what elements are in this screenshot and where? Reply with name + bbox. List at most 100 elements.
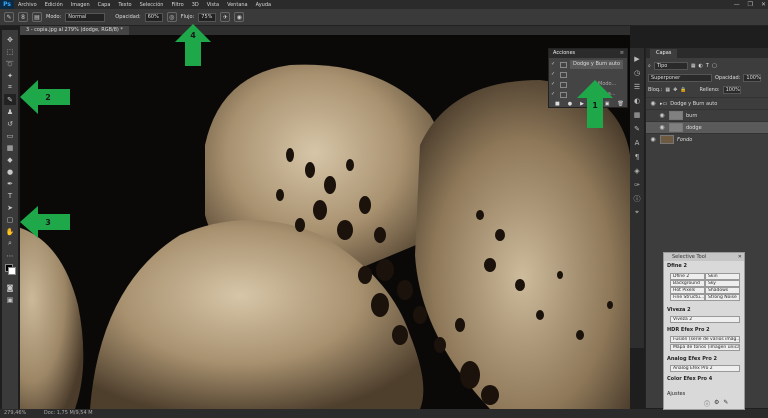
- visibility-eye-icon[interactable]: ◉: [658, 124, 666, 131]
- info-icon[interactable]: ⓘ: [632, 194, 642, 203]
- info-icon[interactable]: ⓘ: [704, 399, 710, 408]
- eraser-tool-icon[interactable]: ▭: [4, 130, 16, 141]
- more-tools-icon[interactable]: ⋯: [4, 250, 16, 261]
- brush-tool-icon[interactable]: ✎: [4, 12, 14, 22]
- paths-icon[interactable]: ✑: [632, 180, 642, 189]
- opacity-field[interactable]: 60%: [144, 12, 163, 22]
- marquee-tool-icon[interactable]: ⬚: [4, 46, 16, 57]
- dodge-tool-icon[interactable]: ●: [4, 166, 16, 177]
- dfine-option[interactable]: Sky: [705, 280, 740, 287]
- flow-field[interactable]: 75%: [198, 12, 217, 22]
- properties-icon[interactable]: ☰: [632, 82, 642, 91]
- hand-tool-icon[interactable]: ✋: [4, 226, 16, 237]
- brushes-icon[interactable]: ✎: [632, 124, 642, 133]
- visibility-eye-icon[interactable]: ◉: [649, 136, 657, 143]
- analog-option[interactable]: Analog Efex Pro 2: [670, 365, 740, 372]
- type-tool-icon[interactable]: T: [4, 190, 16, 201]
- dfine-option[interactable]: Strong Noise: [705, 294, 740, 301]
- quick-select-tool-icon[interactable]: ✦: [4, 70, 16, 81]
- layer-burn[interactable]: ◉ burn: [646, 109, 768, 121]
- stop-icon[interactable]: ■: [555, 100, 560, 109]
- section-viveza[interactable]: Viveza 2: [667, 307, 691, 313]
- lock-pixels-icon[interactable]: ▦: [665, 87, 670, 93]
- navigator-icon[interactable]: ⌖: [632, 208, 642, 217]
- brush-tool-icon[interactable]: ✎: [4, 94, 16, 105]
- record-icon[interactable]: ●: [568, 100, 572, 109]
- menu-ayuda[interactable]: Ayuda: [252, 2, 275, 8]
- menu-capa[interactable]: Capa: [94, 2, 115, 8]
- menu-texto[interactable]: Texto: [114, 2, 135, 8]
- blur-tool-icon[interactable]: ◆: [4, 154, 16, 165]
- section-color-efex[interactable]: Color Efex Pro 4: [667, 376, 712, 382]
- dfine-option[interactable]: Dfine 2: [670, 273, 705, 280]
- filter-adjust-icon[interactable]: ◐: [699, 63, 703, 69]
- menu-vista[interactable]: Vista: [203, 2, 223, 8]
- layer-dodge[interactable]: ◉ dodge: [646, 121, 768, 133]
- gradient-tool-icon[interactable]: ▦: [4, 142, 16, 153]
- dfine-option[interactable]: Background: [670, 280, 705, 287]
- play-actions-icon[interactable]: ▶: [632, 54, 642, 63]
- swatches-icon[interactable]: ▦: [632, 110, 642, 119]
- zoom-tool-icon[interactable]: ⌕: [4, 238, 16, 249]
- action-row-0[interactable]: ✓ Dodge y Burn auto: [549, 60, 627, 69]
- settings-link[interactable]: Ajustes: [667, 391, 685, 397]
- brush-panel-icon[interactable]: ▤: [32, 12, 42, 22]
- pen-tool-icon[interactable]: ✒: [4, 178, 16, 189]
- stamp-tool-icon[interactable]: ♟: [4, 106, 16, 117]
- layer-group[interactable]: ◉ ▸▭ Dodge y Burn auto: [646, 97, 768, 109]
- section-analog-efex[interactable]: Analog Efex Pro 2: [667, 356, 717, 362]
- shape-tool-icon[interactable]: ▢: [4, 214, 16, 225]
- menu-edicion[interactable]: Edición: [41, 2, 67, 8]
- menu-ventana[interactable]: Ventana: [223, 2, 252, 8]
- filter-type-icon[interactable]: T: [706, 63, 709, 69]
- filter-shape-icon[interactable]: ▢: [712, 63, 717, 69]
- section-dfine[interactable]: Dfine 2: [667, 263, 687, 269]
- screen-mode-icon[interactable]: ▣: [4, 294, 16, 305]
- crop-tool-icon[interactable]: ⌗: [4, 82, 16, 93]
- channels-icon[interactable]: ◈: [632, 166, 642, 175]
- menu-3d[interactable]: 3D: [188, 2, 203, 8]
- brush-icon[interactable]: ✎: [723, 399, 728, 408]
- menu-seleccion[interactable]: Selección: [136, 2, 168, 8]
- lock-position-icon[interactable]: ✥: [673, 87, 677, 93]
- background-color-swatch[interactable]: [8, 267, 16, 275]
- close-icon[interactable]: ✕: [738, 253, 742, 261]
- visibility-eye-icon[interactable]: ◉: [658, 112, 666, 119]
- minimize-button[interactable]: —: [734, 0, 740, 9]
- close-button[interactable]: ✕: [761, 0, 766, 9]
- layer-fondo[interactable]: ◉ Fondo: [646, 133, 768, 145]
- menu-archivo[interactable]: Archivo: [14, 2, 41, 8]
- menu-imagen[interactable]: Imagen: [67, 2, 94, 8]
- document-tab[interactable]: 3 - copia.jpg al 279% (dodge, RGB/8) *: [20, 26, 129, 35]
- visibility-eye-icon[interactable]: ◉: [649, 100, 657, 107]
- pressure-size-icon[interactable]: ◉: [234, 12, 245, 22]
- hdr-option[interactable]: Fusión (serie de varios imág...: [670, 336, 740, 343]
- path-select-icon[interactable]: ➤: [4, 202, 16, 213]
- adjustments-icon[interactable]: ◐: [632, 96, 642, 105]
- paragraph-icon[interactable]: ¶: [632, 152, 642, 161]
- dfine-option[interactable]: Fine Structu...: [670, 294, 705, 301]
- maximize-button[interactable]: ❐: [748, 0, 753, 9]
- menu-filtro[interactable]: Filtro: [167, 2, 187, 8]
- layer-filter-select[interactable]: Tipo: [653, 62, 688, 70]
- delete-action-icon[interactable]: 🗑: [617, 100, 623, 109]
- brush-preset-picker[interactable]: 8: [18, 12, 28, 22]
- zoom-level[interactable]: 279,46%: [4, 410, 26, 416]
- dfine-option[interactable]: Skin: [705, 273, 740, 280]
- dfine-option[interactable]: Hot Pixels: [670, 287, 705, 294]
- layer-fill-field[interactable]: 100%: [722, 86, 741, 94]
- section-hdr-efex[interactable]: HDR Efex Pro 2: [667, 327, 710, 333]
- move-tool-icon[interactable]: ✥: [4, 34, 16, 45]
- history-brush-icon[interactable]: ↺: [4, 118, 16, 129]
- quick-mask-icon[interactable]: ◙: [4, 282, 16, 293]
- layer-opacity-field[interactable]: 100%: [743, 74, 762, 82]
- filter-pixel-icon[interactable]: ▦: [691, 63, 696, 69]
- dfine-option[interactable]: Shadows: [705, 287, 740, 294]
- pressure-opacity-icon[interactable]: ◎: [166, 12, 177, 22]
- hdr-option[interactable]: Mapa de tonos (imagen única): [670, 344, 740, 351]
- settings-icon[interactable]: ⚙: [714, 399, 719, 408]
- mode-select[interactable]: Normal: [65, 12, 106, 22]
- airbrush-icon[interactable]: ✈: [220, 12, 231, 22]
- panel-menu-icon[interactable]: ≡: [620, 49, 624, 58]
- character-icon[interactable]: A: [632, 138, 642, 147]
